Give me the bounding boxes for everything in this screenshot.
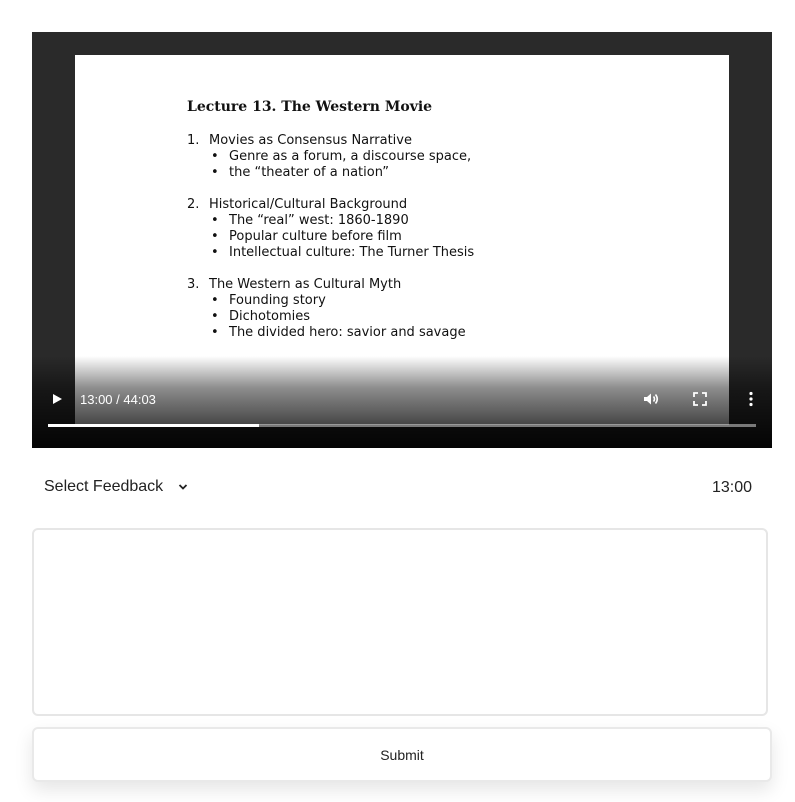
section-number: 2. xyxy=(187,197,200,212)
submit-button[interactable]: Submit xyxy=(32,727,772,782)
slide-section-1: 1. Movies as Consensus Narrative Genre as… xyxy=(187,133,707,181)
feedback-timestamp: 13:00 xyxy=(711,479,752,496)
progress-fill xyxy=(48,424,259,427)
section-number: 3. xyxy=(187,277,200,292)
fullscreen-icon[interactable] xyxy=(691,390,709,408)
section-heading: Historical/Cultural Background xyxy=(209,197,408,212)
select-feedback-dropdown[interactable]: Select Feedback xyxy=(44,478,188,496)
slide-bullet: Founding story xyxy=(209,293,707,309)
slide-bullet-continuation: the “theater of a nation” xyxy=(209,165,707,181)
slide-content: Lecture 13. The Western Movie 1. Movies a… xyxy=(187,99,707,357)
feedback-row: Select Feedback 13:00 xyxy=(44,478,752,500)
slide-bullet: The divided hero: savior and savage xyxy=(209,325,707,341)
slide-bullet: Intellectual culture: The Turner Thesis xyxy=(209,245,707,261)
video-player[interactable]: Lecture 13. The Western Movie 1. Movies a… xyxy=(32,32,772,448)
section-heading: The Western as Cultural Myth xyxy=(209,277,402,292)
more-options-icon[interactable] xyxy=(742,390,760,408)
chevron-down-icon xyxy=(178,478,188,496)
slide-bullet: Dichotomies xyxy=(209,309,707,325)
slide-title: Lecture 13. The Western Movie xyxy=(187,99,433,115)
play-icon[interactable] xyxy=(50,391,64,407)
slide-section-2: 2. Historical/Cultural Background The “re… xyxy=(187,197,707,261)
section-heading: Movies as Consensus Narrative xyxy=(209,133,412,148)
slide-bullet: The “real” west: 1860-1890 xyxy=(209,213,707,229)
slide-bullet: Genre as a forum, a discourse space, xyxy=(209,149,707,165)
volume-icon[interactable] xyxy=(642,390,660,408)
section-number: 1. xyxy=(187,133,200,148)
time-display: 13:00 / 44:03 xyxy=(80,392,156,407)
feedback-textarea[interactable] xyxy=(32,528,768,716)
progress-bar[interactable] xyxy=(48,424,756,427)
slide-bullet: Popular culture before film xyxy=(209,229,707,245)
slide-section-3: 3. The Western as Cultural Myth Founding … xyxy=(187,277,707,341)
select-feedback-label: Select Feedback xyxy=(44,478,164,496)
